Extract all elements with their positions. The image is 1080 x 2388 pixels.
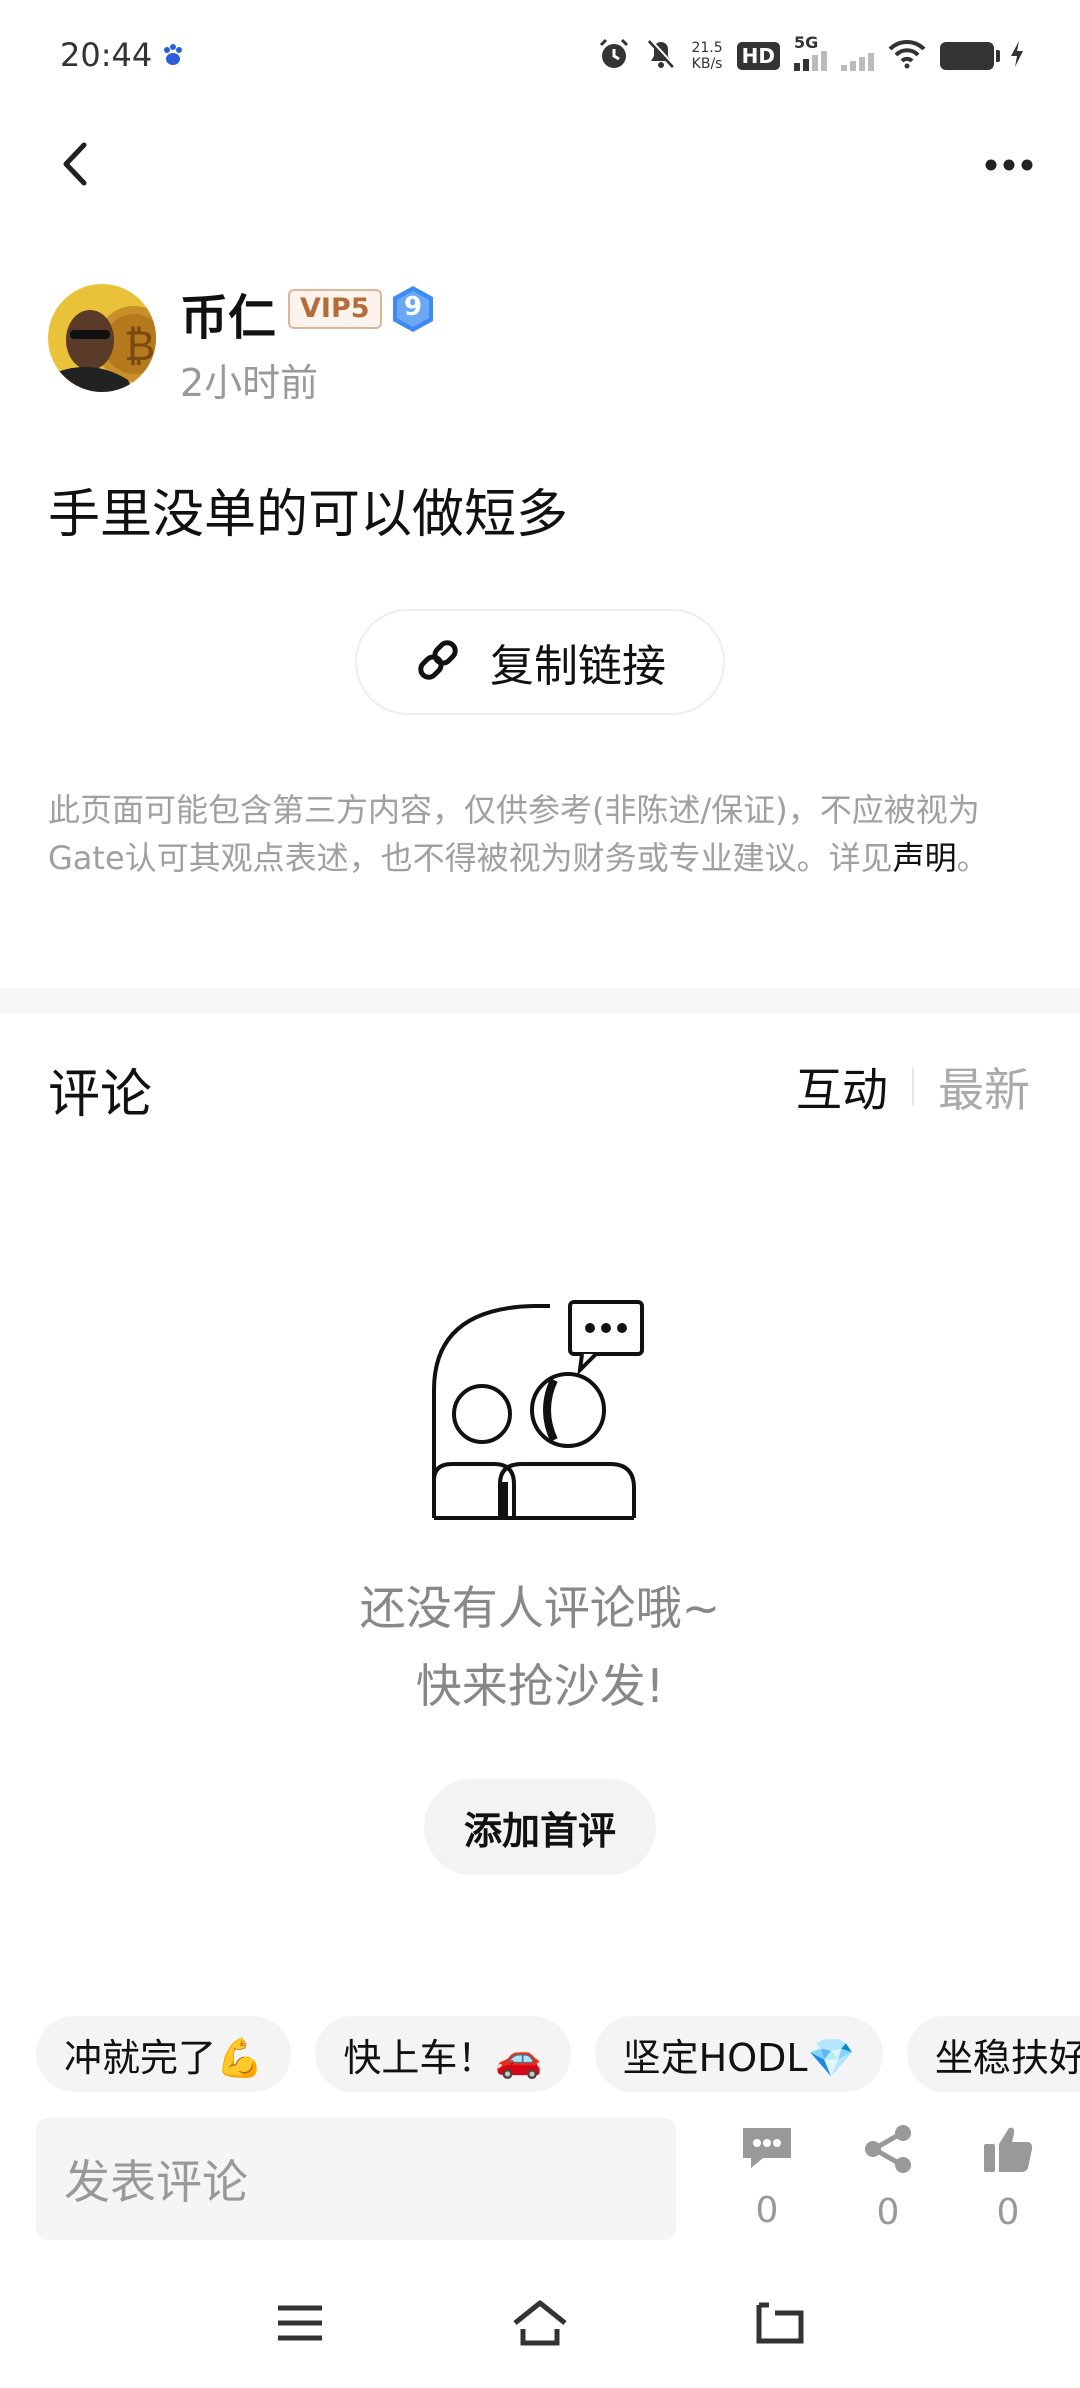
more-dots-icon [984,157,1034,176]
mute-icon [645,37,677,75]
like-action-button[interactable]: 0 [963,2124,1053,2233]
menu-nav-button[interactable] [260,2290,340,2360]
comment-input[interactable]: 发表评论 [36,2118,676,2240]
menu-icon [276,2303,324,2347]
status-right-group: 21.5 KB/s HD 5G [597,33,1026,78]
copy-link-label: 复制链接 [490,641,666,692]
level-number: 9 [403,292,423,322]
more-button[interactable] [976,146,1042,186]
add-first-comment-button[interactable]: 添加首评 [424,1779,656,1875]
quick-reply-chip[interactable]: 坚定HODL💎 [594,2016,883,2092]
signal-sim2-icon [841,41,874,71]
empty-comments-illustration [430,1300,656,1526]
alarm-icon [597,37,631,75]
vip-badge: VIP5 [288,289,382,329]
avatar[interactable]: ₿ [48,284,156,392]
chevron-left-icon [60,141,90,191]
disclaimer: 此页面可能包含第三方内容，仅供参考(非陈述/保证)，不应被视为Gate认可其观点… [48,786,1038,882]
disclaimer-end: 。 [956,839,989,877]
net-speed: 21.5 KB/s [691,40,722,72]
like-count: 0 [996,2192,1020,2233]
link-icon [414,636,462,688]
comments-title: 评论 [48,1065,153,1125]
status-bar: 20:44 21.5 KB/s HD 5G [0,0,1080,110]
status-time: 20:44 [60,36,153,74]
hd-badge: HD [736,42,780,70]
hd-label: HD [741,44,775,68]
empty-submessage: 快来抢沙发! [415,1659,665,1713]
comment-count: 0 [755,2190,779,2231]
comment-icon [739,2124,795,2176]
baidu-paw-icon [160,42,186,72]
net-speed-value: 21.5 [691,40,723,56]
battery-icon [940,42,1000,70]
empty-message: 还没有人评论哦~ [359,1581,721,1635]
share-icon [862,2124,914,2178]
quick-reply-chip[interactable]: 冲就完了💪 [36,2016,292,2092]
copy-link-button[interactable]: 复制链接 [355,609,725,715]
wifi-icon [888,39,926,73]
back-nav-button[interactable] [740,2290,820,2360]
statement-link[interactable]: 声明 [893,839,957,877]
net-speed-unit: KB/s [691,56,723,72]
home-icon [511,2299,569,2351]
quick-reply-bar: 冲就完了💪 快上车！🚗 坚定HODL💎 坐稳扶好 [36,2016,1080,2092]
tab-separator [912,1068,914,1106]
disclaimer-text: 此页面可能包含第三方内容，仅供参考(非陈述/保证)，不应被视为Gate认可其观点… [48,791,980,877]
signal-5g-icon: 5G [794,33,827,71]
system-nav-bar [0,2290,1080,2388]
network-label: 5G [794,33,819,52]
like-icon [982,2124,1034,2178]
back-nav-icon [755,2301,805,2349]
quick-reply-chip[interactable]: 坐稳扶好 [906,2016,1080,2092]
charging-icon [1008,39,1026,73]
comment-input-placeholder: 发表评论 [64,2155,248,2209]
svg-text:₿: ₿ [124,321,155,370]
post-time: 2小时前 [180,361,319,405]
share-count: 0 [876,2192,900,2233]
comment-sort-tabs: 互动 最新 [796,1054,1030,1120]
section-divider [0,988,1080,1014]
share-action-button[interactable]: 0 [843,2124,933,2233]
post-content: 手里没单的可以做短多 [48,485,569,545]
comment-action-button[interactable]: 0 [722,2124,812,2231]
quick-reply-chip[interactable]: 快上车！🚗 [315,2016,571,2092]
tab-latest[interactable]: 最新 [938,1054,1030,1120]
author-name[interactable]: 币仁 [180,278,276,348]
level-badge: 9 [390,284,436,334]
back-button[interactable] [50,136,100,196]
home-nav-button[interactable] [500,2290,580,2360]
tab-interactive[interactable]: 互动 [796,1054,888,1120]
